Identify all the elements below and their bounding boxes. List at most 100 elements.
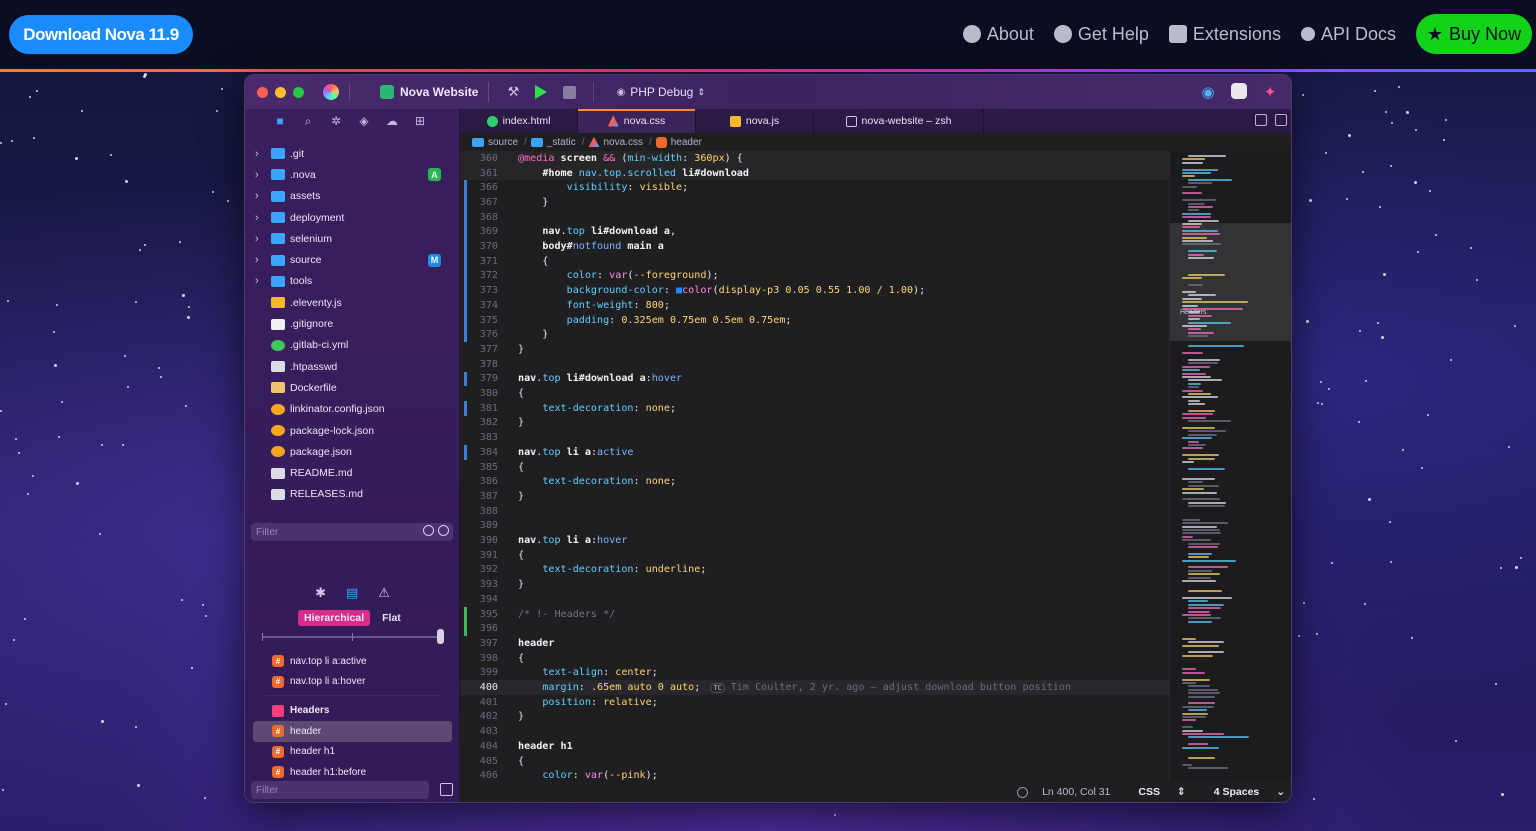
- asterisk-icon[interactable]: ✱: [315, 585, 326, 601]
- git-change-marker[interactable]: [464, 180, 467, 343]
- code-line[interactable]: 397 header: [460, 636, 1170, 651]
- chevron-right-icon[interactable]: ›: [255, 169, 269, 181]
- file-tree-item[interactable]: › .nova A: [245, 164, 459, 185]
- symbol-item[interactable]: # nav.top li a:active: [245, 651, 460, 671]
- file-tree-item[interactable]: › tools: [245, 271, 459, 292]
- files-icon[interactable]: ■: [273, 114, 287, 128]
- file-tree-item[interactable]: › source M: [245, 249, 459, 270]
- minimap[interactable]: Headers: [1169, 151, 1291, 791]
- code-line[interactable]: 369 nav.top li#download a,: [460, 225, 1170, 240]
- editor-tab[interactable]: nova.js: [696, 109, 814, 133]
- chevron-right-icon[interactable]: ›: [255, 190, 269, 202]
- code-line[interactable]: 388: [460, 504, 1170, 519]
- code-line[interactable]: 396: [460, 621, 1170, 636]
- code-line[interactable]: 401 position: relative;: [460, 695, 1170, 710]
- chevron-right-icon[interactable]: ›: [255, 148, 269, 160]
- stop-button[interactable]: [561, 84, 577, 100]
- nav-get-help-link[interactable]: Get Help: [1053, 24, 1149, 45]
- file-tree-item[interactable]: package-lock.json: [245, 420, 459, 441]
- code-line[interactable]: 392 text-decoration: underline;: [460, 563, 1170, 578]
- zoom-window-button[interactable]: [293, 86, 304, 98]
- code-line[interactable]: 391 {: [460, 548, 1170, 563]
- code-line[interactable]: 379 nav.top li#download a:hover: [460, 372, 1170, 387]
- code-line[interactable]: 399 text-align: center;: [460, 666, 1170, 681]
- code-line[interactable]: 376 }: [460, 327, 1170, 342]
- issues-icon[interactable]: [1017, 786, 1029, 798]
- task-selector[interactable]: ◉ PHP Debug ⇕: [616, 85, 704, 99]
- git-change-marker[interactable]: [464, 371, 467, 387]
- code-line[interactable]: 370 body#notfound main a: [460, 239, 1170, 254]
- download-button[interactable]: Download Nova 11.9: [9, 15, 193, 54]
- file-tree-item[interactable]: package.json: [245, 441, 459, 462]
- code-line[interactable]: 385 {: [460, 460, 1170, 475]
- code-line[interactable]: 371 {: [460, 254, 1170, 269]
- warning-icon[interactable]: ⚠: [378, 585, 390, 601]
- minimize-window-button[interactable]: [275, 86, 286, 98]
- nova-logo-icon[interactable]: [323, 84, 339, 100]
- code-line[interactable]: 395/* !- Headers */: [460, 607, 1170, 622]
- code-editor[interactable]: 366 visibility: visible; 367 } 368 369 nav.…: [460, 151, 1170, 791]
- bug-icon[interactable]: ✲: [329, 114, 343, 128]
- code-line[interactable]: 386 text-decoration: none;: [460, 474, 1170, 489]
- nav-api-docs-link[interactable]: API Docs: [1300, 24, 1396, 45]
- code-line[interactable]: 382}: [460, 416, 1170, 431]
- file-tree-item[interactable]: › selenium: [245, 228, 459, 249]
- file-tree-item[interactable]: README.md: [245, 462, 459, 483]
- code-line[interactable]: 387}: [460, 489, 1170, 504]
- code-line[interactable]: 373 background-color: ■color(display-p3 …: [460, 283, 1170, 298]
- code-line[interactable]: 390 nav.top li a:hover: [460, 533, 1170, 548]
- extensions-grid-icon[interactable]: ⊞: [413, 114, 427, 128]
- scope-toggle-icon[interactable]: [440, 783, 453, 796]
- symbol-item[interactable]: # header: [253, 721, 452, 742]
- symbol-item[interactable]: Headers: [245, 701, 460, 721]
- code-line[interactable]: 374 font-weight: 800;: [460, 298, 1170, 313]
- code-line[interactable]: 393}: [460, 577, 1170, 592]
- file-tree-item[interactable]: › .git: [245, 143, 459, 164]
- preview-eye-icon[interactable]: ◉: [1199, 83, 1217, 101]
- build-hammer-icon[interactable]: ⚒: [505, 84, 521, 100]
- code-line[interactable]: 372 color: var(--foreground);: [460, 269, 1170, 284]
- editor-tab[interactable]: nova.css: [578, 109, 696, 133]
- breadcrumb-item[interactable]: _static: [530, 137, 576, 148]
- code-line[interactable]: 400 margin: .65em auto 0 auto; TC Tim Coul…: [460, 680, 1170, 695]
- code-line[interactable]: 389: [460, 519, 1170, 534]
- indent-selector[interactable]: 4 Spaces ⌄: [1200, 786, 1285, 798]
- code-line[interactable]: 394: [460, 592, 1170, 607]
- breadcrumb-item[interactable]: header: [655, 136, 702, 148]
- file-tree-item[interactable]: › deployment: [245, 207, 459, 228]
- file-tree-item[interactable]: linkinator.config.json: [245, 399, 459, 420]
- slider-knob[interactable]: [437, 629, 444, 644]
- sparkle-icon[interactable]: ✦: [1261, 83, 1279, 101]
- symbol-item[interactable]: # header h1: [245, 742, 460, 762]
- code-line[interactable]: 361 #home nav.top.scrolled li#download: [460, 165, 1170, 181]
- git-change-marker[interactable]: [464, 606, 467, 637]
- hierarchical-button[interactable]: Hierarchical: [298, 610, 371, 626]
- git-status-icon[interactable]: [438, 525, 449, 536]
- run-button[interactable]: [533, 84, 549, 100]
- code-line[interactable]: 366 visibility: visible;: [460, 180, 1170, 195]
- nav-about-link[interactable]: About: [962, 24, 1034, 45]
- symbol-item[interactable]: # nav.top li a:hover: [245, 671, 460, 691]
- code-line[interactable]: 360 @media screen && (min-width: 360px) {: [460, 151, 1170, 166]
- code-line[interactable]: 383: [460, 430, 1170, 445]
- file-tree-item[interactable]: Dockerfile: [245, 377, 459, 398]
- code-line[interactable]: 402}: [460, 710, 1170, 725]
- chevron-right-icon[interactable]: ›: [255, 212, 269, 224]
- code-line[interactable]: 368: [460, 210, 1170, 225]
- cursor-position[interactable]: Ln 400, Col 31: [1042, 786, 1110, 798]
- chevron-right-icon[interactable]: ›: [255, 233, 269, 245]
- editor-tab[interactable]: nova-website – zsh: [814, 109, 984, 133]
- depth-slider[interactable]: [262, 629, 444, 644]
- code-line[interactable]: 367 }: [460, 195, 1170, 210]
- code-line[interactable]: 403: [460, 724, 1170, 739]
- code-line[interactable]: 381 text-decoration: none;: [460, 401, 1170, 416]
- cloud-icon[interactable]: ☁: [385, 114, 399, 128]
- file-tree-item[interactable]: .gitlab-ci.yml: [245, 335, 459, 356]
- symbol-item[interactable]: # header h1:before: [245, 762, 460, 782]
- project-switcher[interactable]: Nova Website: [380, 85, 478, 99]
- file-tree-item[interactable]: .htpasswd: [245, 356, 459, 377]
- code-line[interactable]: 404 header h1: [460, 739, 1170, 754]
- editor-tab[interactable]: index.html: [460, 109, 578, 133]
- breadcrumb-item[interactable]: source: [472, 137, 518, 148]
- sidebar-toggle-icon[interactable]: [1275, 114, 1287, 126]
